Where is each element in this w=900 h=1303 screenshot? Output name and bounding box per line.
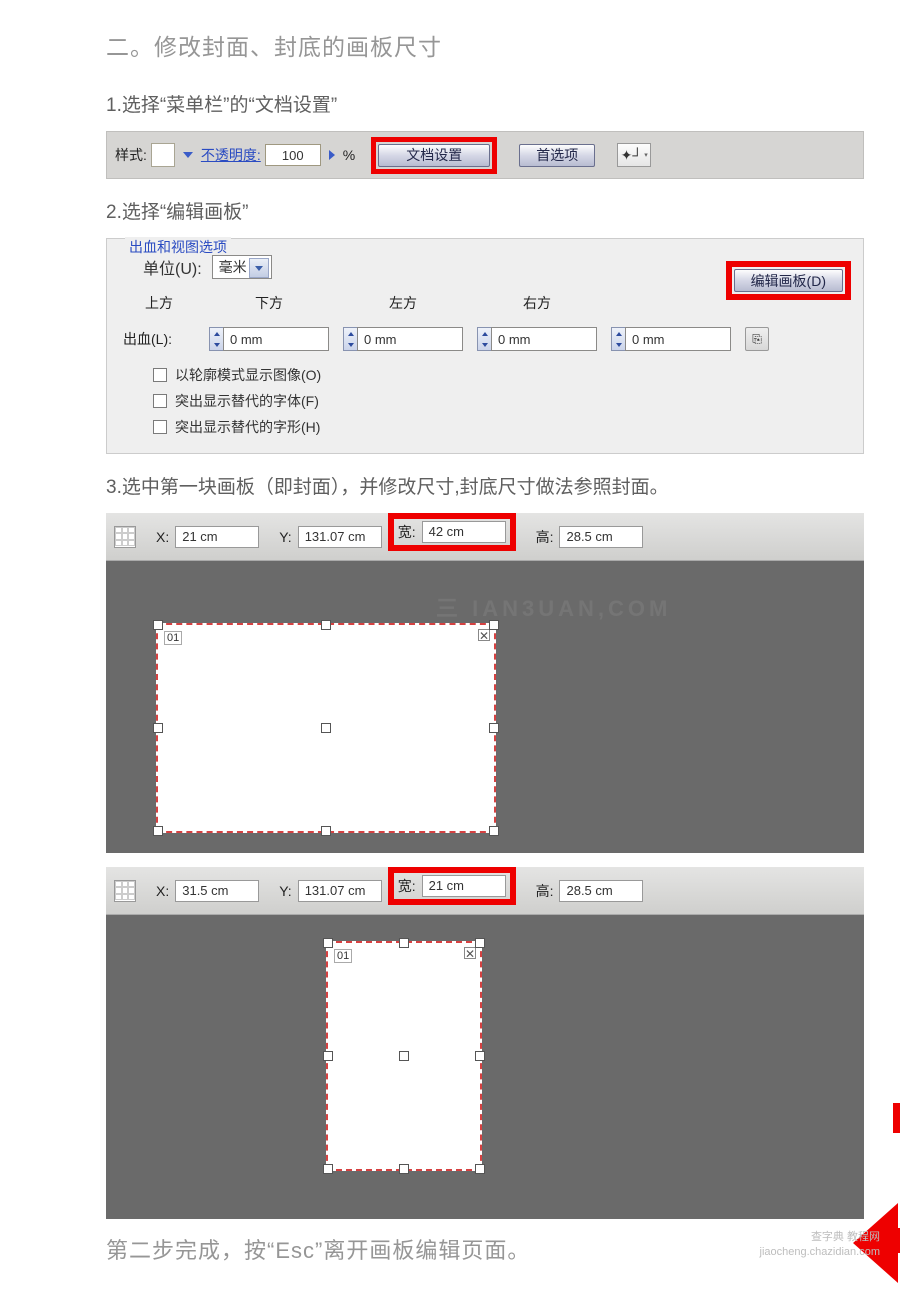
unit-label: 单位(U): [143, 255, 202, 279]
percent-label: % [343, 147, 355, 163]
x-label: X: [156, 883, 169, 899]
artboard-number-label: 01 [334, 949, 352, 963]
step2-text: 2.选择“编辑画板” [106, 197, 864, 224]
style-label: 样式: [115, 145, 147, 165]
highlight-width: 宽: 42 cm [388, 513, 516, 551]
opacity-label-link[interactable]: 不透明度: [201, 145, 261, 165]
document-setup-button[interactable]: 文档设置 [378, 144, 490, 167]
checkbox-icon [153, 368, 167, 382]
highlight-sub-glyphs-label: 突出显示替代的字形(H) [175, 417, 320, 437]
link-bleed-values-button[interactable]: ⎘ [745, 327, 769, 351]
panel-legend: 出血和视图选项 [125, 237, 231, 257]
checkbox-icon [153, 420, 167, 434]
magic-wand-tool-button[interactable]: ✦┘ ▾ [617, 143, 651, 167]
bleed-head-top: 上方 [123, 293, 195, 313]
preferences-button[interactable]: 首选项 [519, 144, 595, 167]
width-input[interactable]: 42 cm [422, 521, 506, 543]
height-label: 高: [536, 881, 554, 901]
highlight-sub-fonts-label: 突出显示替代的字体(F) [175, 391, 319, 411]
bleed-head-right: 右方 [477, 293, 597, 313]
artboard[interactable]: 01 ✕ [156, 623, 496, 833]
style-dropdown-icon[interactable] [183, 152, 193, 158]
y-label: Y: [279, 883, 291, 899]
artboard[interactable]: 01 ✕ [326, 941, 482, 1171]
checkbox-icon [153, 394, 167, 408]
width-label: 宽: [398, 876, 416, 896]
footer-line1: 查字典 教程网 [760, 1230, 880, 1244]
opacity-arrow-icon[interactable] [329, 150, 335, 160]
outline-images-checkbox-row[interactable]: 以轮廓模式显示图像(O) [153, 365, 847, 385]
highlight-sub-glyphs-checkbox-row[interactable]: 突出显示替代的字形(H) [153, 417, 847, 437]
red-curved-arrow-icon [848, 1093, 900, 1303]
bleed-top-value: 0 mm [223, 327, 329, 351]
width-label: 宽: [398, 522, 416, 542]
bleed-right-input[interactable]: 0 mm [611, 327, 731, 351]
height-input[interactable]: 28.5 cm [559, 526, 643, 548]
options-toolbar: 样式: 不透明度: 100 % 文档设置 首选项 ✦┘ ▾ [106, 131, 864, 179]
artboard-number-label: 01 [164, 631, 182, 645]
bleed-left-input[interactable]: 0 mm [477, 327, 597, 351]
reference-anchor-grid[interactable] [114, 880, 136, 902]
wand-icon: ✦┘ [621, 147, 643, 164]
unit-select[interactable]: 毫米 [212, 255, 272, 279]
reference-anchor-grid[interactable] [114, 526, 136, 548]
edit-artboard-button[interactable]: 编辑画板(D) [734, 269, 843, 292]
final-step-text: 第二步完成，按“Esc”离开画板编辑页面。 [106, 1233, 864, 1265]
bleed-head-bottom: 下方 [209, 293, 329, 313]
artboard-control-bar: X: 21 cm Y: 131.07 cm 宽: 42 cm 高: 28.5 c… [106, 513, 864, 561]
bleed-bottom-value: 0 mm [357, 327, 463, 351]
x-input[interactable]: 31.5 cm [175, 880, 259, 902]
highlight-sub-fonts-checkbox-row[interactable]: 突出显示替代的字体(F) [153, 391, 847, 411]
close-icon[interactable]: ✕ [464, 947, 476, 959]
bleed-right-value: 0 mm [625, 327, 731, 351]
height-label: 高: [536, 527, 554, 547]
height-input[interactable]: 28.5 cm [559, 880, 643, 902]
x-label: X: [156, 529, 169, 545]
opacity-input[interactable]: 100 [265, 144, 321, 166]
bleed-left-value: 0 mm [491, 327, 597, 351]
highlight-width: 宽: 21 cm [388, 867, 516, 905]
y-input[interactable]: 131.07 cm [298, 880, 382, 902]
highlight-edit-artboard: 编辑画板(D) [726, 261, 851, 300]
bleed-view-panel: 出血和视图选项 单位(U): 毫米 编辑画板(D) 上方 下方 左方 右方 出血… [106, 238, 864, 454]
bleed-row-label: 出血(L): [123, 329, 195, 349]
footer-line2: jiaocheng.chazidian.com [760, 1245, 880, 1259]
watermark: 三 IAN3UAN,COM [436, 591, 671, 623]
width-input[interactable]: 21 cm [422, 875, 506, 897]
link-icon: ⎘ [752, 332, 762, 347]
bleed-head-left: 左方 [343, 293, 463, 313]
source-watermark: 查字典 教程网 jiaocheng.chazidian.com [760, 1230, 880, 1259]
x-input[interactable]: 21 cm [175, 526, 259, 548]
canvas-area: 01 ✕ [106, 915, 864, 1219]
step3-text: 3.选中第一块画板（即封面），并修改尺寸,封底尺寸做法参照封面。 [106, 472, 864, 499]
style-swatch[interactable] [151, 143, 175, 167]
highlight-doc-setup: 文档设置 [371, 137, 497, 174]
bleed-bottom-input[interactable]: 0 mm [343, 327, 463, 351]
step1-text: 1.选择“菜单栏”的“文档设置” [106, 90, 864, 117]
close-icon[interactable]: ✕ [478, 629, 490, 641]
bleed-top-input[interactable]: 0 mm [209, 327, 329, 351]
workspace-after: X: 31.5 cm Y: 131.07 cm 宽: 21 cm 高: 28.5… [106, 867, 864, 1219]
artboard-control-bar: X: 31.5 cm Y: 131.07 cm 宽: 21 cm 高: 28.5… [106, 867, 864, 915]
outline-images-label: 以轮廓模式显示图像(O) [175, 365, 321, 385]
canvas-area: 三 IAN3UAN,COM 01 ✕ [106, 561, 864, 853]
y-label: Y: [279, 529, 291, 545]
section-heading: 二。修改封面、封底的画板尺寸 [106, 28, 864, 62]
workspace-before: X: 21 cm Y: 131.07 cm 宽: 42 cm 高: 28.5 c… [106, 513, 864, 853]
y-input[interactable]: 131.07 cm [298, 526, 382, 548]
